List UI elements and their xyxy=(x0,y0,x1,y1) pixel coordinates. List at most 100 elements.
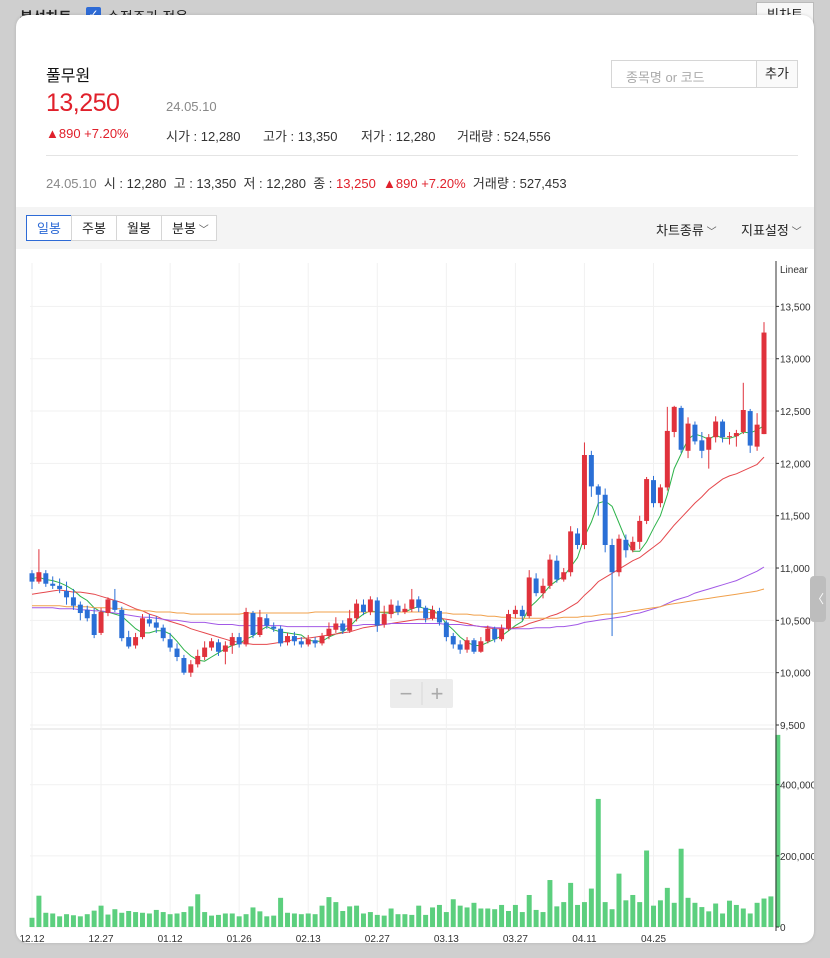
candle-body xyxy=(181,658,187,673)
volume-bar xyxy=(388,908,394,927)
tab-monthly[interactable]: 월봉 xyxy=(116,215,162,241)
volume-bar xyxy=(706,911,712,927)
volume-bar xyxy=(644,850,650,927)
candlestick-chart[interactable]: Linear 9,500 10,000 10,500 11,000 11,500 12,00… xyxy=(16,249,814,943)
volume-bar xyxy=(402,914,408,927)
volume-bar xyxy=(457,905,463,927)
volume-bar xyxy=(664,887,670,927)
candle-body xyxy=(602,494,608,545)
candle-body xyxy=(726,436,732,438)
volume-bar xyxy=(264,916,270,927)
candle-body xyxy=(278,628,284,644)
candle-body xyxy=(291,636,297,642)
side-panel-handle[interactable]: 〈 xyxy=(810,576,826,622)
price-tick-label: 11,500 xyxy=(780,512,810,523)
volume-bar xyxy=(215,914,221,927)
candle-body xyxy=(285,636,290,643)
candle-body xyxy=(747,411,753,446)
volume-bar xyxy=(153,909,159,927)
volume-bar xyxy=(257,911,263,927)
volume-tick-label: 400,000 xyxy=(780,781,814,792)
chart-panel: 풀무원 13,250 24.05.10 ▲890 +7.20% 시가 : 12,… xyxy=(16,15,814,943)
candle-body xyxy=(595,486,601,495)
volume-bar xyxy=(305,913,311,927)
zoom-in-icon[interactable]: + xyxy=(431,681,444,706)
candle-body xyxy=(637,520,643,542)
volume-bar xyxy=(623,900,629,927)
candle-body xyxy=(167,639,173,648)
add-symbol-button[interactable]: 추가 xyxy=(756,60,798,88)
chart-area[interactable]: Linear 9,500 10,000 10,500 11,000 11,500 12,00… xyxy=(16,249,814,943)
symbol-search-input[interactable]: 종목명 or 코드 xyxy=(611,60,757,88)
candle-body xyxy=(754,424,760,447)
volume-bar xyxy=(209,915,215,927)
volume-bar xyxy=(464,907,470,927)
candle-body xyxy=(554,560,560,580)
candle-body xyxy=(450,636,456,645)
info-volume: 거래량 : 527,453 xyxy=(472,176,567,191)
volume-bar xyxy=(423,914,429,927)
candle-body xyxy=(77,604,83,614)
volume-bar xyxy=(236,916,242,927)
candle-body xyxy=(478,641,484,652)
price-tick-label: 9,500 xyxy=(780,721,805,732)
volume-bar xyxy=(84,914,90,927)
volume-bar xyxy=(229,913,235,927)
candle-body xyxy=(374,600,380,626)
candle-body xyxy=(733,433,739,437)
chart-type-dropdown[interactable]: 차트종류 ﹀ xyxy=(656,220,717,239)
candle-body xyxy=(84,609,90,619)
candle-body xyxy=(209,641,215,648)
candle-body xyxy=(222,645,228,652)
candle-body xyxy=(140,618,145,638)
volume-bar xyxy=(533,909,539,927)
candle-body xyxy=(561,572,567,580)
indicator-settings-label: 지표설정 xyxy=(741,223,789,238)
candle-body xyxy=(630,541,636,551)
volume-bar xyxy=(651,905,656,927)
candle-body xyxy=(409,599,415,609)
volume-bar xyxy=(381,915,387,927)
date-tick-label: 04.25 xyxy=(641,934,666,943)
volume-bar xyxy=(64,914,70,927)
candle-body xyxy=(706,437,712,450)
volume-bar xyxy=(105,914,111,927)
info-close: 13,250 xyxy=(336,176,376,191)
volume-bar xyxy=(222,913,228,927)
indicator-settings-dropdown[interactable]: 지표설정 ﹀ xyxy=(741,220,802,239)
volume-bar xyxy=(347,906,353,927)
volume-bar xyxy=(713,903,719,927)
volume-bar xyxy=(540,912,546,927)
candle-body xyxy=(685,423,691,451)
volume-bar xyxy=(485,908,491,927)
candle-body xyxy=(423,607,429,619)
candle-body xyxy=(388,604,394,615)
candle-body xyxy=(215,642,221,652)
candle-body xyxy=(153,622,159,628)
scale-label: Linear xyxy=(780,265,808,276)
date-tick-label: 04.11 xyxy=(572,934,597,943)
tab-daily[interactable]: 일봉 xyxy=(26,215,72,241)
tab-minute[interactable]: 분봉 ﹀ xyxy=(161,215,217,241)
price-tick-label: 11,000 xyxy=(780,564,810,575)
date-tick-label: 01.26 xyxy=(227,934,252,943)
zoom-out-icon[interactable]: − xyxy=(400,681,413,706)
tab-weekly[interactable]: 주봉 xyxy=(71,215,117,241)
volume-bar xyxy=(160,912,166,927)
volume-bar xyxy=(471,902,477,927)
open-price: 시가 : 12,280 xyxy=(166,129,241,144)
candle-body xyxy=(43,573,49,584)
candle-body xyxy=(29,573,35,582)
candle-body xyxy=(651,480,656,504)
info-close-label: 종 : xyxy=(313,176,333,191)
candle-body xyxy=(146,619,152,624)
low-price: 저가 : 12,280 xyxy=(361,129,436,144)
candle-body xyxy=(616,538,622,573)
candle-body xyxy=(333,623,339,630)
candle-body xyxy=(98,611,104,633)
volume-bar xyxy=(499,904,505,927)
price-tick-label: 10,000 xyxy=(780,669,811,680)
price-tick-label: 13,500 xyxy=(780,302,811,313)
candle-body xyxy=(126,637,132,647)
info-low: 저 : 12,280 xyxy=(243,176,306,191)
